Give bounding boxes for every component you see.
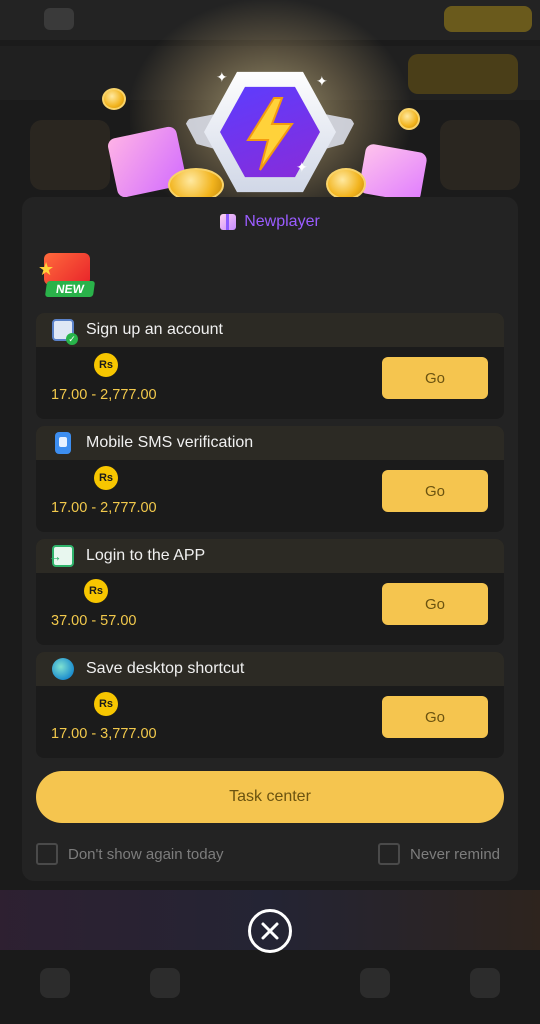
background-button — [444, 6, 532, 32]
star-icon: ★ — [38, 259, 55, 279]
coin-icon — [102, 88, 126, 110]
task-card-login: Login to the APP Rs 37.00 - 57.00 Go — [36, 539, 504, 645]
new-badge-label: NEW — [44, 281, 96, 297]
globe-icon — [52, 658, 74, 680]
background-logo — [44, 8, 74, 30]
dont-show-today-option[interactable]: Don't show again today — [36, 843, 223, 865]
reward-range: 37.00 - 57.00 — [51, 613, 137, 629]
newplayer-modal: Newplayer ★ NEW Sign up an account Rs 17… — [22, 197, 518, 881]
background-bottom-nav — [0, 950, 540, 1024]
sparkle-icon: ✦ — [296, 159, 308, 175]
task-header: Login to the APP — [36, 539, 504, 573]
task-card-sms: Mobile SMS verification Rs 17.00 - 2,777… — [36, 426, 504, 532]
clipboard-check-icon — [52, 319, 78, 345]
task-header: Sign up an account — [36, 313, 504, 347]
reward-range: 17.00 - 3,777.00 — [51, 726, 157, 742]
close-modal-button[interactable] — [248, 909, 292, 953]
background-nav-icon — [470, 968, 500, 998]
dont-show-today-label: Don't show again today — [68, 845, 224, 863]
rupee-coin-icon: Rs — [84, 579, 108, 603]
gift-icon — [220, 214, 237, 230]
coin-icon — [398, 108, 420, 130]
go-button-signup[interactable]: Go — [382, 357, 488, 399]
new-badge: ★ NEW — [38, 249, 102, 301]
dont-show-today-checkbox[interactable] — [36, 843, 58, 865]
task-card-shortcut: Save desktop shortcut Rs 17.00 - 3,777.0… — [36, 652, 504, 758]
background-nav-icon — [40, 968, 70, 998]
background-nav-icon — [150, 968, 180, 998]
never-remind-option[interactable]: Never remind — [378, 843, 500, 865]
reward-range: 17.00 - 2,777.00 — [51, 387, 157, 403]
sparkle-icon: ✦ — [316, 73, 328, 89]
phone-shield-icon — [55, 432, 71, 454]
sparkle-icon: ✦ — [216, 69, 228, 85]
modal-title: Newplayer — [22, 211, 518, 233]
go-button-sms[interactable]: Go — [382, 470, 488, 512]
rupee-coin-icon: Rs — [94, 353, 118, 377]
never-remind-label: Never remind — [410, 845, 501, 863]
modal-title-text: Newplayer — [244, 213, 320, 230]
close-icon — [261, 922, 279, 940]
background-tile — [30, 120, 110, 190]
background-tile — [440, 120, 520, 190]
task-name: Mobile SMS verification — [86, 434, 254, 451]
background-nav-icon — [360, 968, 390, 998]
go-button-shortcut[interactable]: Go — [382, 696, 488, 738]
gift-box-icon — [358, 142, 428, 204]
task-name: Login to the APP — [86, 547, 206, 564]
never-remind-checkbox[interactable] — [378, 843, 400, 865]
background-pill — [408, 54, 518, 94]
coin-icon — [326, 168, 366, 200]
task-name: Save desktop shortcut — [86, 660, 245, 677]
rupee-coin-icon: Rs — [94, 692, 118, 716]
go-button-login[interactable]: Go — [382, 583, 488, 625]
task-header: Mobile SMS verification — [36, 426, 504, 460]
task-center-button[interactable]: Task center — [36, 771, 504, 823]
reward-range: 17.00 - 2,777.00 — [51, 500, 157, 516]
task-header: Save desktop shortcut — [36, 652, 504, 686]
rupee-coin-icon: Rs — [94, 466, 118, 490]
task-card-signup: Sign up an account Rs 17.00 - 2,777.00 G… — [36, 313, 504, 419]
login-arrow-icon — [48, 545, 74, 567]
task-name: Sign up an account — [86, 321, 223, 338]
lightning-bolt-icon — [246, 97, 294, 171]
